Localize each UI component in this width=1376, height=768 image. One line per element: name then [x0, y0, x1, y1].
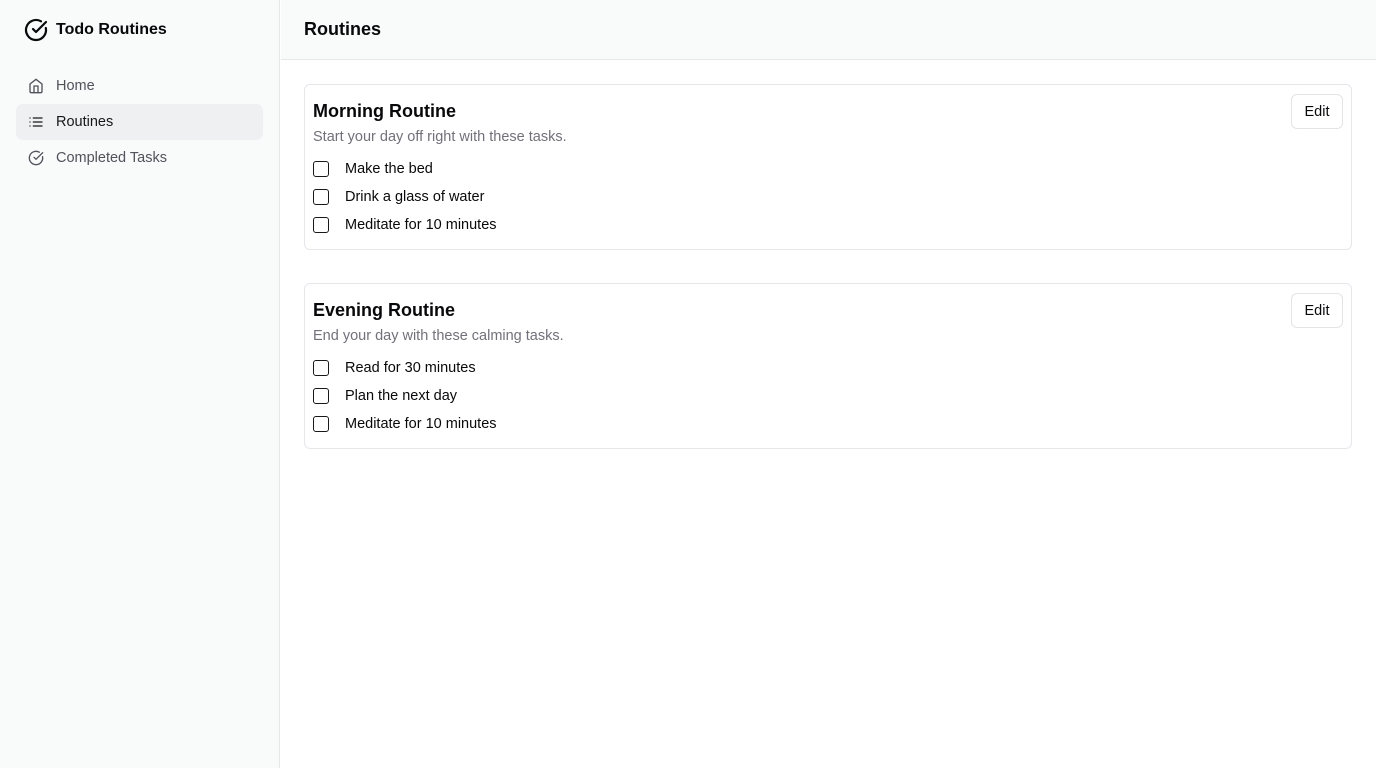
task-item[interactable]: Make the bed [313, 155, 1343, 183]
routine-description: End your day with these calming tasks. [313, 328, 564, 344]
task-label: Make the bed [345, 161, 433, 177]
task-item[interactable]: Meditate for 10 minutes [313, 410, 1343, 438]
edit-button[interactable]: Edit [1291, 94, 1343, 129]
task-item[interactable]: Meditate for 10 minutes [313, 211, 1343, 239]
sidebar-nav: Home Routines Completed Tasks [16, 68, 263, 176]
task-checkbox[interactable] [313, 388, 329, 404]
sidebar-item-label: Completed Tasks [56, 150, 167, 166]
home-icon [28, 78, 44, 94]
task-item[interactable]: Plan the next day [313, 382, 1343, 410]
task-list: Read for 30 minutes Plan the next day Me… [313, 354, 1343, 438]
sidebar-item-home[interactable]: Home [16, 68, 263, 104]
routine-title: Evening Routine [313, 300, 456, 320]
routine-title: Morning Routine [313, 101, 456, 121]
app-title: Todo Routines [56, 21, 167, 38]
sidebar: Todo Routines Home Routines Completed Ta… [0, 0, 280, 768]
task-label: Meditate for 10 minutes [345, 217, 497, 233]
top-bar: Routines [281, 0, 1376, 60]
check-circle-icon [28, 150, 44, 166]
list-icon [28, 114, 44, 130]
main-content: Routines Morning Routine Start your day … [281, 0, 1376, 768]
app-brand[interactable]: Todo Routines [24, 18, 167, 42]
task-item[interactable]: Read for 30 minutes [313, 354, 1343, 382]
task-label: Drink a glass of water [345, 189, 485, 205]
task-checkbox[interactable] [313, 416, 329, 432]
task-checkbox[interactable] [313, 189, 329, 205]
routine-description: Start your day off right with these task… [313, 129, 567, 145]
routine-list: Morning Routine Start your day off right… [281, 60, 1376, 449]
task-list: Make the bed Drink a glass of water Medi… [313, 155, 1343, 239]
task-checkbox[interactable] [313, 217, 329, 233]
sidebar-item-label: Routines [56, 114, 114, 130]
check-circle-icon [24, 18, 48, 42]
sidebar-item-label: Home [56, 78, 95, 94]
routine-card-morning: Morning Routine Start your day off right… [304, 84, 1352, 250]
edit-button[interactable]: Edit [1291, 293, 1343, 328]
task-label: Read for 30 minutes [345, 360, 476, 376]
sidebar-item-routines[interactable]: Routines [16, 104, 263, 140]
task-label: Plan the next day [345, 388, 458, 404]
task-label: Meditate for 10 minutes [345, 416, 497, 432]
task-checkbox[interactable] [313, 161, 329, 177]
task-item[interactable]: Drink a glass of water [313, 183, 1343, 211]
page-title: Routines [304, 19, 382, 39]
routine-card-evening: Evening Routine End your day with these … [304, 283, 1352, 449]
task-checkbox[interactable] [313, 360, 329, 376]
sidebar-item-completed-tasks[interactable]: Completed Tasks [16, 140, 263, 176]
